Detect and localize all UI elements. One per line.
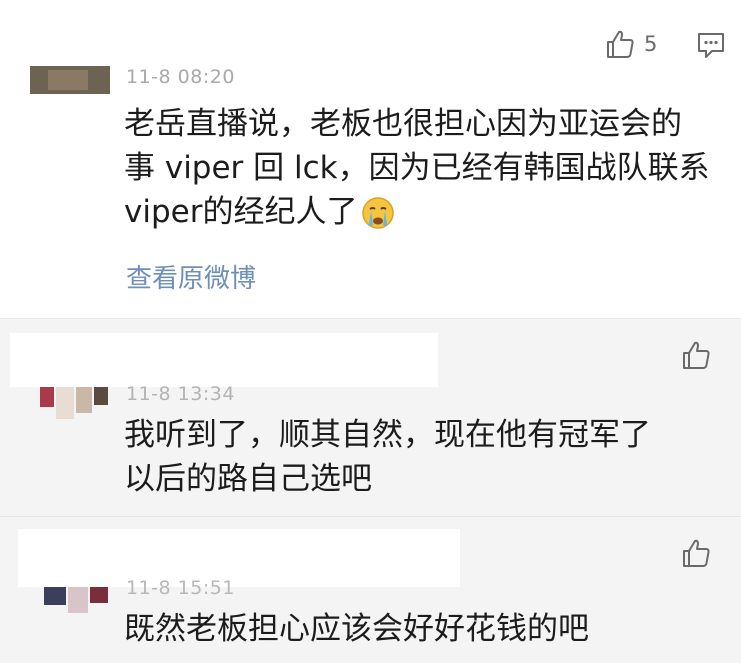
comment-item: 11-8 13:34 我听到了，顺其自然，现在他有冠军了 以后的路自己选吧 [0,318,741,517]
comment-icon [696,33,726,64]
like-button[interactable]: 5 [604,28,657,60]
like-button[interactable] [680,339,712,371]
avatar[interactable] [40,383,110,433]
comment-timestamp: 11-8 08:20 [126,66,235,88]
comment-item: 11-8 08:20 老岳直播说，老板也很担心因为亚运会的 事 viper 回 … [0,0,741,318]
comment-timestamp: 11-8 13:34 [126,383,235,405]
username-redaction [0,0,560,66]
like-count: 5 [644,32,658,56]
view-original-link[interactable]: 查看原微博 [126,258,256,295]
comment-text-line: 老岳直播说，老板也很担心因为亚运会的 [124,106,682,142]
like-button[interactable] [680,537,712,569]
crying-face-icon [361,196,395,242]
reply-button[interactable] [696,30,726,64]
comment-text: 我听到了，顺其自然，现在他有冠军了 以后的路自己选吧 [124,413,724,501]
username-redaction [10,333,438,387]
comment-text-line: viper的经纪人了 [124,190,724,242]
comment-text-line: 既然老板担心应该会好好花钱的吧 [124,611,589,647]
thumbs-up-icon [604,28,636,60]
comment-text-line: 我听到了，顺其自然，现在他有冠军了 [124,417,651,453]
comment-text-line: 事 viper 回 lck，因为已经有韩国战队联系 [124,150,710,186]
comment-text-line: 以后的路自己选吧 [124,461,372,497]
comment-timestamp: 11-8 15:51 [126,577,235,599]
username-redaction [18,529,460,587]
thumbs-up-icon [680,339,712,371]
comment-item: 11-8 15:51 既然老板担心应该会好好花钱的吧 [0,516,741,663]
comment-text: 老岳直播说，老板也很担心因为亚运会的 事 viper 回 lck，因为已经有韩国… [124,102,724,242]
comment-text: 既然老板担心应该会好好花钱的吧 [124,607,724,651]
thumbs-up-icon [680,537,712,569]
